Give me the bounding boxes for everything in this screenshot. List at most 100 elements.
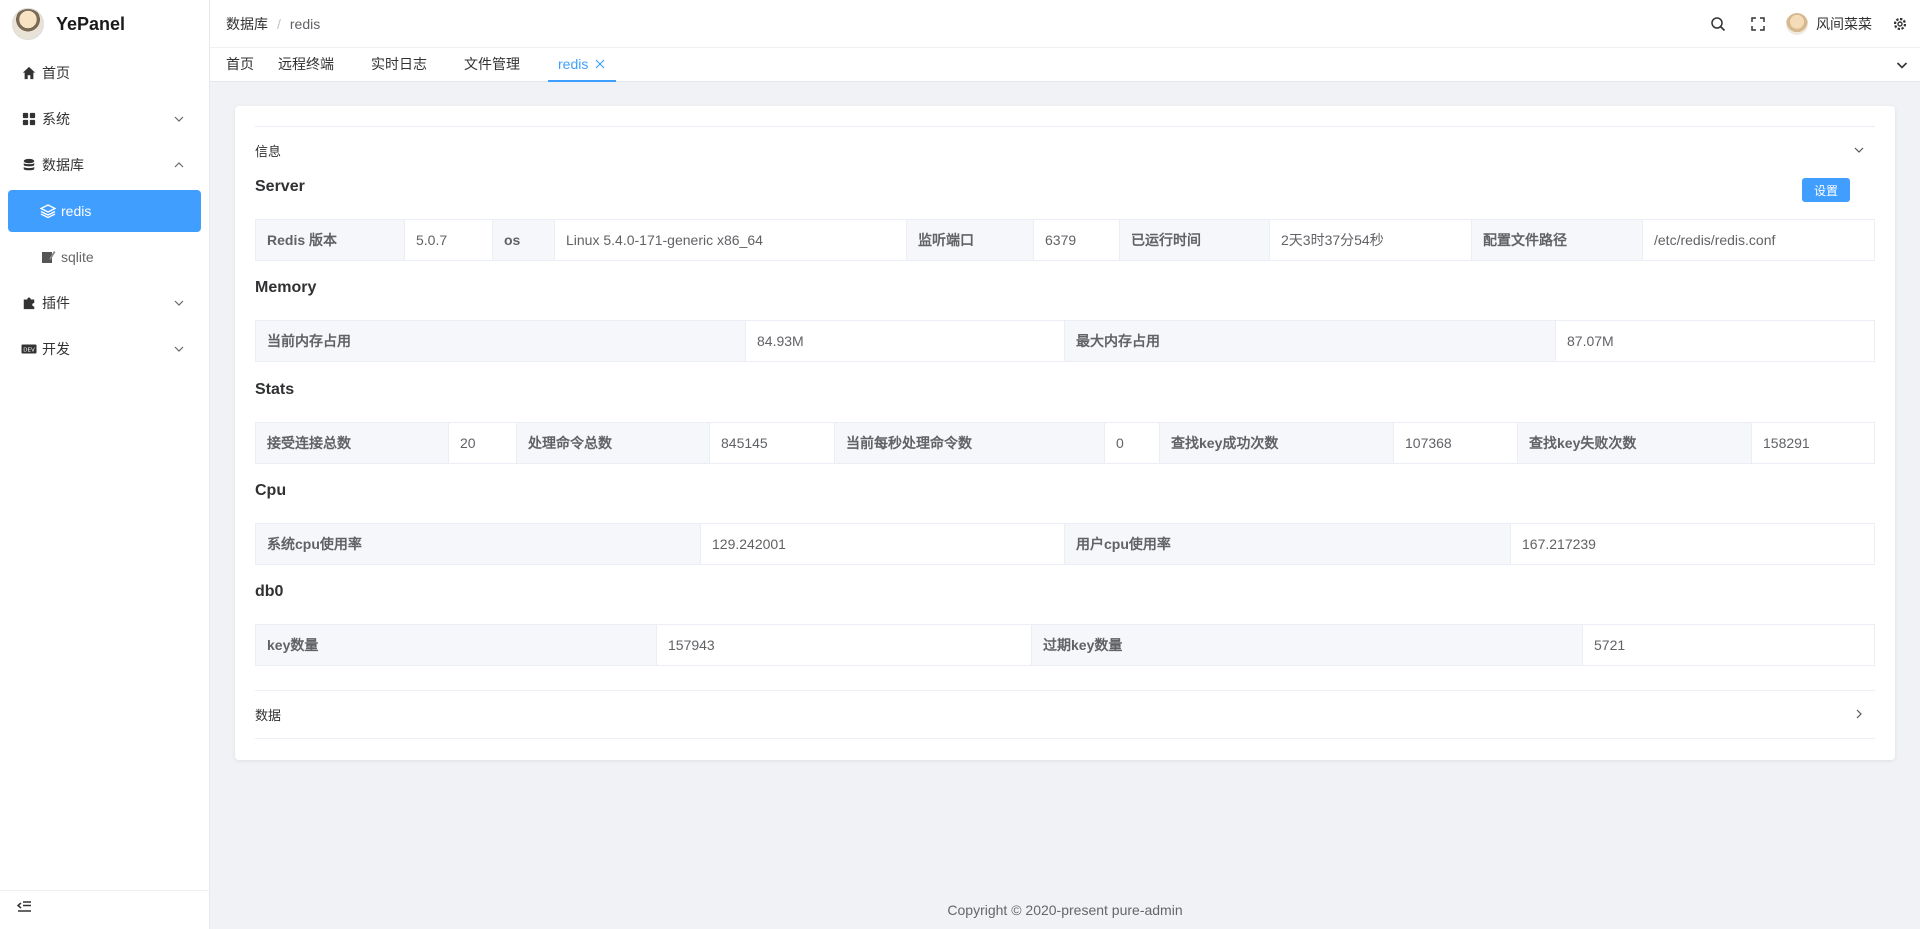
expire-key-count-value: 5721 — [1582, 624, 1875, 666]
sidebar-item-system[interactable]: 系统 — [8, 98, 201, 140]
port-label: 监听端口 — [906, 219, 1034, 261]
chevron-down-icon — [171, 295, 187, 311]
info-collapse-header[interactable]: 信息 — [255, 126, 1875, 174]
tab-redis[interactable]: redis — [548, 47, 617, 82]
header-actions: 风间菜菜 — [1698, 0, 1920, 48]
tab-file-manager[interactable]: 文件管理 — [452, 47, 548, 81]
config-path-label: 配置文件路径 — [1471, 219, 1643, 261]
sidebar-item-label: 系统 — [42, 111, 70, 127]
tab-label: 文件管理 — [464, 56, 520, 72]
table-row: 当前内存占用 84.93M 最大内存占用 87.07M — [255, 320, 1875, 362]
db0-table: key数量 157943 过期key数量 5721 — [255, 624, 1875, 666]
sidebar-item-home[interactable]: 首页 — [8, 52, 201, 94]
sidebar-item-label: redis — [61, 203, 92, 219]
breadcrumb: 数据库 / redis — [226, 14, 320, 34]
tab-home[interactable]: 首页 — [210, 47, 266, 81]
expire-key-count-label: 过期key数量 — [1031, 624, 1583, 666]
layers-icon — [40, 203, 56, 219]
data-title: 数据 — [255, 707, 282, 723]
gear-icon[interactable] — [1880, 0, 1920, 48]
puzzle-icon — [21, 295, 37, 311]
memory-title: Memory — [255, 279, 317, 296]
sidebar: YePanel 首页 系统 数据库 redis sqlite 插件 DEV 开发 — [0, 0, 210, 929]
breadcrumb-separator: / — [277, 15, 281, 32]
table-row: 接受连接总数 20 处理命令总数 845145 当前每秒处理命令数 0 查找ke… — [255, 422, 1875, 464]
logo-avatar — [12, 8, 44, 40]
total-commands-label: 处理命令总数 — [516, 422, 710, 464]
user-menu[interactable]: 风间菜菜 — [1778, 0, 1880, 48]
sidebar-item-label: 数据库 — [42, 157, 84, 173]
keyspace-hits-label: 查找key成功次数 — [1159, 422, 1394, 464]
settings-button[interactable]: 设置 — [1802, 178, 1850, 202]
keyspace-misses-value: 158291 — [1751, 422, 1875, 464]
uptime-value: 2天3时37分54秒 — [1269, 219, 1472, 261]
chevron-up-icon — [171, 157, 187, 173]
cpu-table: 系统cpu使用率 129.242001 用户cpu使用率 167.217239 — [255, 523, 1875, 565]
tab-remote-terminal[interactable]: 远程终端 — [266, 47, 346, 81]
breadcrumb-item-database[interactable]: 数据库 — [226, 14, 268, 34]
server-title: Server — [255, 178, 305, 195]
tab-realtime-log[interactable]: 实时日志 — [346, 47, 452, 81]
sidebar-divider — [0, 890, 210, 891]
user-name: 风间菜菜 — [1816, 16, 1872, 32]
stats-table: 接受连接总数 20 处理命令总数 845145 当前每秒处理命令数 0 查找ke… — [255, 422, 1875, 464]
user-cpu-label: 用户cpu使用率 — [1064, 523, 1511, 565]
cpu-title: Cpu — [255, 482, 287, 499]
system-cpu-label: 系统cpu使用率 — [255, 523, 701, 565]
grid-icon — [21, 111, 37, 127]
sidebar-item-database[interactable]: 数据库 — [8, 144, 201, 186]
key-count-label: key数量 — [255, 624, 657, 666]
redis-version-value: 5.0.7 — [404, 219, 493, 261]
collapse-sidebar-icon[interactable] — [16, 899, 34, 917]
close-icon[interactable] — [594, 58, 606, 70]
sidebar-item-sqlite[interactable]: sqlite — [8, 236, 201, 278]
footer-copyright: Copyright © 2020-present pure-admin — [947, 902, 1183, 918]
total-connections-label: 接受连接总数 — [255, 422, 449, 464]
sidebar-item-label: sqlite — [61, 249, 94, 265]
ops-per-sec-label: 当前每秒处理命令数 — [834, 422, 1105, 464]
keyspace-hits-value: 107368 — [1393, 422, 1518, 464]
sidebar-item-plugins[interactable]: 插件 — [8, 282, 201, 324]
port-value: 6379 — [1033, 219, 1120, 261]
server-table: Redis 版本 5.0.7 os Linux 5.4.0-171-generi… — [255, 219, 1875, 261]
app-name: YePanel — [56, 13, 126, 34]
dev-icon: DEV — [21, 341, 37, 357]
stats-title: Stats — [255, 381, 295, 398]
system-cpu-value: 129.242001 — [700, 523, 1065, 565]
chevron-down-icon — [1851, 142, 1867, 158]
sidebar-item-dev[interactable]: DEV 开发 — [8, 328, 201, 370]
database-icon — [21, 157, 37, 173]
current-memory-value: 84.93M — [745, 320, 1065, 362]
max-memory-value: 87.07M — [1555, 320, 1875, 362]
tab-bar: 首页 远程终端 实时日志 文件管理 redis — [210, 48, 1920, 82]
ops-per-sec-value: 0 — [1104, 422, 1160, 464]
breadcrumb-item-redis: redis — [289, 15, 321, 32]
data-collapse-header[interactable]: 数据 — [255, 690, 1875, 738]
total-commands-value: 845145 — [709, 422, 835, 464]
memory-table: 当前内存占用 84.93M 最大内存占用 87.07M — [255, 320, 1875, 362]
sidebar-item-redis[interactable]: redis — [8, 190, 201, 232]
tab-label: redis — [558, 56, 589, 72]
max-memory-label: 最大内存占用 — [1064, 320, 1556, 362]
user-cpu-value: 167.217239 — [1510, 523, 1875, 565]
divider — [255, 738, 1875, 739]
chevron-down-icon — [171, 341, 187, 357]
svg-text:DEV: DEV — [23, 348, 35, 354]
home-icon — [21, 65, 37, 81]
fullscreen-icon[interactable] — [1738, 0, 1778, 48]
chevron-down-icon — [171, 111, 187, 127]
total-connections-value: 20 — [448, 422, 517, 464]
search-icon[interactable] — [1698, 0, 1738, 48]
sidebar-item-label: 首页 — [42, 65, 70, 81]
top-header: 数据库 / redis 风间菜菜 — [210, 0, 1920, 48]
avatar — [1786, 13, 1808, 35]
logo[interactable]: YePanel — [0, 0, 209, 48]
sidebar-menu: 首页 系统 数据库 redis sqlite 插件 DEV 开发 — [0, 52, 209, 370]
redis-version-label: Redis 版本 — [255, 219, 405, 261]
db0-title: db0 — [255, 583, 284, 600]
chevron-down-icon[interactable] — [1894, 57, 1910, 73]
table-row: key数量 157943 过期key数量 5721 — [255, 624, 1875, 666]
tab-label: 远程终端 — [278, 56, 334, 72]
current-memory-label: 当前内存占用 — [255, 320, 746, 362]
config-path-value: /etc/redis/redis.conf — [1642, 219, 1875, 261]
